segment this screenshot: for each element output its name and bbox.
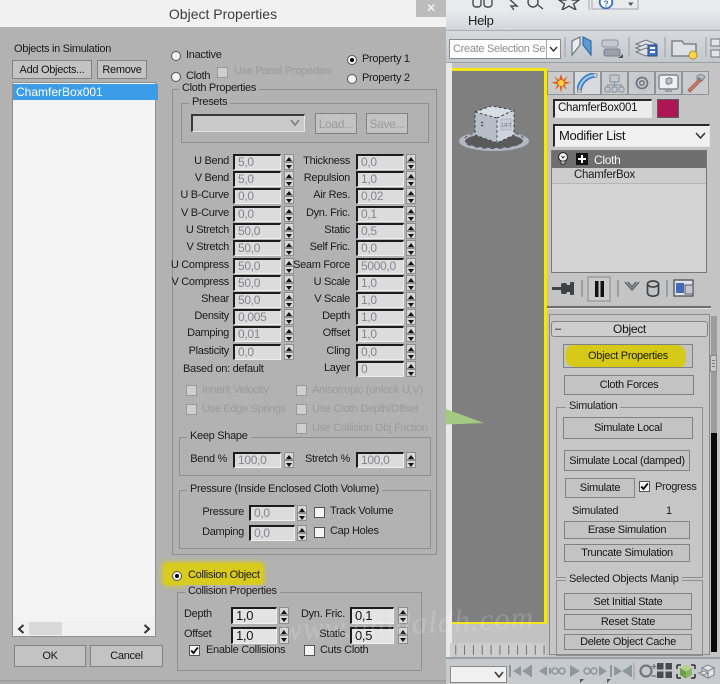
svg-text:?: ?: [604, 0, 609, 9]
svg-text:LIFT: LIFT: [502, 123, 513, 129]
